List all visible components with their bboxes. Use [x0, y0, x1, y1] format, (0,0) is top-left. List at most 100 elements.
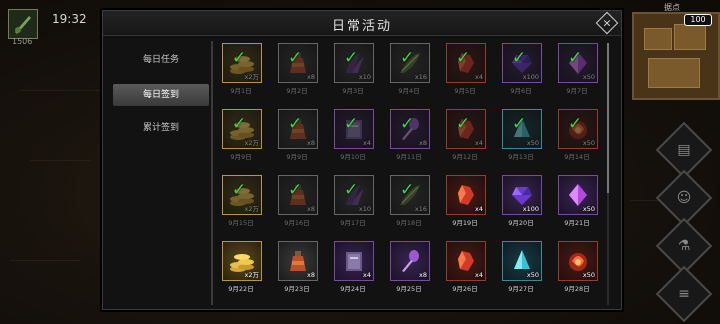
reward-item[interactable]: x8✓ — [278, 175, 318, 215]
reward-cell[interactable]: x50 9月21日 — [555, 175, 611, 233]
reward-item[interactable]: x50 — [558, 175, 598, 215]
reward-cell[interactable]: x8✓ 9月2日 — [275, 43, 335, 101]
reward-date: 9月25日 — [396, 285, 422, 293]
reward-item[interactable]: x8 — [390, 241, 430, 281]
reward-item[interactable]: x10✓ — [334, 43, 374, 83]
reward-item[interactable]: x16✓ — [390, 43, 430, 83]
reward-item[interactable]: x4✓ — [334, 109, 374, 149]
reward-date: 9月26日 — [452, 285, 478, 293]
reward-cell[interactable]: x8 9月23日 — [275, 241, 335, 299]
reward-cell[interactable]: x4✓ 9月5日 — [443, 43, 503, 101]
reward-date: 9月1日 — [230, 87, 252, 95]
reward-item[interactable]: x2万 — [222, 241, 262, 281]
tab-sidebar: 每日任务 每日签到 累计签到 — [109, 41, 209, 303]
tab-daily-tasks[interactable]: 每日任务 — [113, 49, 209, 71]
reward-date: 9月17日 — [340, 219, 366, 227]
reward-date: 9月5日 — [454, 87, 476, 95]
reward-item[interactable]: x50✓ — [502, 109, 542, 149]
checkmark-icon: ✓ — [568, 114, 583, 134]
checkmark-icon: ✓ — [344, 114, 359, 134]
checkmark-icon: ✓ — [232, 48, 247, 68]
menu-icon: ≡ — [678, 286, 690, 302]
checkmark-icon: ✓ — [400, 114, 415, 134]
reward-cell[interactable]: x2万✓ 9月9日 — [219, 109, 279, 167]
reward-date: 9月13日 — [508, 153, 534, 161]
reward-cell[interactable]: x16✓ 9月4日 — [387, 43, 447, 101]
checkmark-icon: ✓ — [288, 114, 303, 134]
reward-item[interactable]: x100✓ — [502, 43, 542, 83]
scrollbar[interactable] — [607, 43, 609, 305]
reward-item[interactable]: x4✓ — [446, 43, 486, 83]
reward-date: 9月10日 — [340, 153, 366, 161]
reward-cell[interactable]: x4 9月26日 — [443, 241, 503, 299]
reward-cell[interactable]: x10✓ 9月3日 — [331, 43, 391, 101]
checkmark-icon: ✓ — [232, 114, 247, 134]
reward-item[interactable]: x4 — [446, 175, 486, 215]
reward-item[interactable]: x50✓ — [558, 43, 598, 83]
reward-item[interactable]: x4 — [334, 241, 374, 281]
reward-item[interactable]: x16✓ — [390, 175, 430, 215]
reward-cell[interactable]: x4✓ 9月12日 — [443, 109, 503, 167]
reward-item[interactable]: x2万✓ — [222, 109, 262, 149]
reward-date: 9月2日 — [286, 87, 308, 95]
reward-item[interactable]: x4✓ — [446, 109, 486, 149]
checkmark-icon: ✓ — [288, 180, 303, 200]
checkmark-icon: ✓ — [456, 114, 471, 134]
checkmark-icon: ✓ — [344, 48, 359, 68]
checkmark-icon: ✓ — [568, 48, 583, 68]
reward-item[interactable]: x8✓ — [278, 109, 318, 149]
player-avatar[interactable] — [8, 9, 38, 39]
reward-item[interactable]: x100 — [502, 175, 542, 215]
reward-cell[interactable]: x8 9月25日 — [387, 241, 447, 299]
reward-quantity: x8 — [419, 271, 427, 279]
checkmark-icon: ✓ — [344, 180, 359, 200]
reward-cell[interactable]: x2万✓ 9月1日 — [219, 43, 279, 101]
reward-item[interactable]: x8✓ — [278, 43, 318, 83]
reward-date: 9月24日 — [340, 285, 366, 293]
reward-item[interactable]: x2万✓ — [222, 175, 262, 215]
reward-date: 9月27日 — [508, 285, 534, 293]
reward-cell[interactable]: x4 9月19日 — [443, 175, 503, 233]
reward-cell[interactable]: x10✓ 9月17日 — [331, 175, 391, 233]
panel-header: 日常活动 × — [103, 11, 621, 36]
reward-item[interactable]: x4 — [446, 241, 486, 281]
reward-item[interactable]: x8 — [278, 241, 318, 281]
reward-cell[interactable]: x100✓ 9月6日 — [499, 43, 559, 101]
reward-cell[interactable]: x100 9月20日 — [499, 175, 559, 233]
reward-cell[interactable]: x8✓ 9月11日 — [387, 109, 447, 167]
reward-date: 9月4日 — [398, 87, 420, 95]
reward-cell[interactable]: x8✓ 9月16日 — [275, 175, 335, 233]
tab-cumulative-signin[interactable]: 累计签到 — [113, 117, 209, 139]
reward-item[interactable]: x50✓ — [558, 109, 598, 149]
reward-grid: x2万✓9月1日x8✓9月2日x10✓9月3日x16✓9月4日x4✓9月5日x1… — [219, 43, 611, 307]
reward-cell[interactable]: x50✓ 9月14日 — [555, 109, 611, 167]
reward-cell[interactable]: x4✓ 9月10日 — [331, 109, 391, 167]
reward-cell[interactable]: x2万✓ 9月15日 — [219, 175, 279, 233]
tab-label: 累计签到 — [142, 123, 179, 133]
reward-item[interactable]: x8✓ — [390, 109, 430, 149]
reward-date: 9月22日 — [228, 285, 254, 293]
reward-item[interactable]: x50 — [558, 241, 598, 281]
reward-date: 9月19日 — [452, 219, 478, 227]
reward-cell[interactable]: x16✓ 9月18日 — [387, 175, 447, 233]
reward-cell[interactable]: x2万 9月22日 — [219, 241, 279, 299]
bag-icon: ▤ — [677, 142, 691, 158]
reward-item[interactable]: x50 — [502, 241, 542, 281]
reward-item[interactable]: x2万✓ — [222, 43, 262, 83]
tab-daily-signin[interactable]: 每日签到 — [113, 84, 209, 106]
reward-item[interactable]: x10✓ — [334, 175, 374, 215]
battery-indicator: 100 — [684, 14, 712, 26]
reward-cell[interactable]: x50✓ 9月7日 — [555, 43, 611, 101]
reward-cell[interactable]: x50 9月28日 — [555, 241, 611, 299]
reward-date: 9月21日 — [564, 219, 590, 227]
panel-title: 日常活动 — [331, 19, 392, 34]
reward-cell[interactable]: x50 9月27日 — [499, 241, 559, 299]
reward-cell[interactable]: x8✓ 9月9日 — [275, 109, 335, 167]
scrollbar-thumb[interactable] — [607, 43, 609, 193]
reward-cell[interactable]: x4 9月24日 — [331, 241, 391, 299]
reward-cell[interactable]: x50✓ 9月13日 — [499, 109, 559, 167]
reward-date: 9月23日 — [284, 285, 310, 293]
clock-time: 19:32 — [52, 12, 87, 26]
people-icon: ☺ — [676, 190, 692, 206]
flask-icon: ⚗ — [677, 238, 691, 254]
